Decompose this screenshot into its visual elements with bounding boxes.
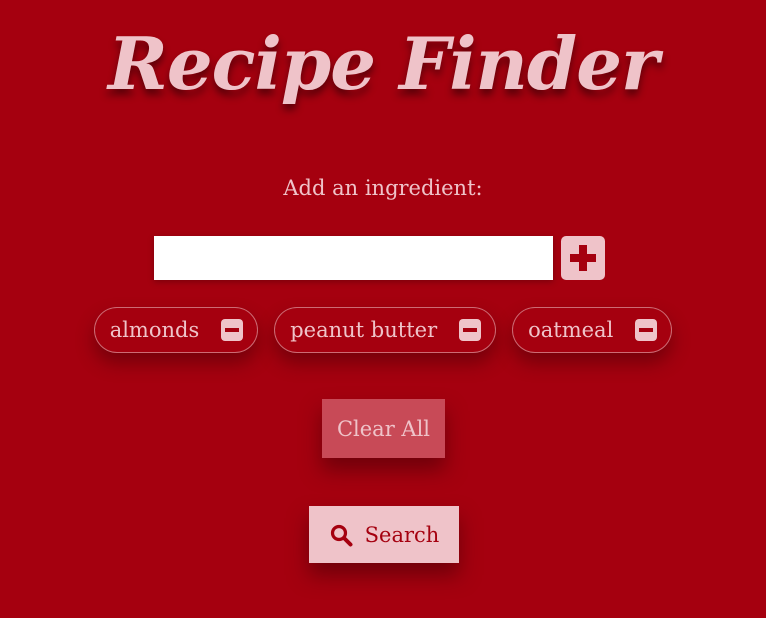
ingredient-input[interactable] <box>154 236 553 280</box>
ingredient-chip-label: peanut butter <box>290 318 438 342</box>
ingredient-chip-label: oatmeal <box>528 318 614 342</box>
minus-icon <box>639 328 654 332</box>
ingredient-prompt: Add an ingredient: <box>283 176 483 200</box>
search-button[interactable]: Search <box>309 506 459 563</box>
remove-ingredient-button[interactable] <box>221 319 244 341</box>
ingredient-chip: oatmeal <box>512 307 673 353</box>
ingredient-chip-label: almonds <box>109 318 200 342</box>
ingredient-chip: peanut butter <box>274 307 497 353</box>
remove-ingredient-button[interactable] <box>635 319 658 341</box>
search-icon <box>330 524 353 546</box>
add-ingredient-button[interactable] <box>561 236 605 280</box>
remove-ingredient-button[interactable] <box>459 319 482 341</box>
recipe-finder-page: Recipe Finder Add an ingredient: almonds… <box>0 0 766 618</box>
minus-icon <box>463 328 478 332</box>
search-button-label: Search <box>364 522 440 547</box>
ingredient-list: almonds peanut butter oatmeal <box>0 307 766 353</box>
page-title: Recipe Finder <box>108 21 659 106</box>
ingredient-chip: almonds <box>93 307 259 353</box>
minus-icon <box>225 328 240 332</box>
clear-all-button[interactable]: Clear All <box>322 399 445 458</box>
